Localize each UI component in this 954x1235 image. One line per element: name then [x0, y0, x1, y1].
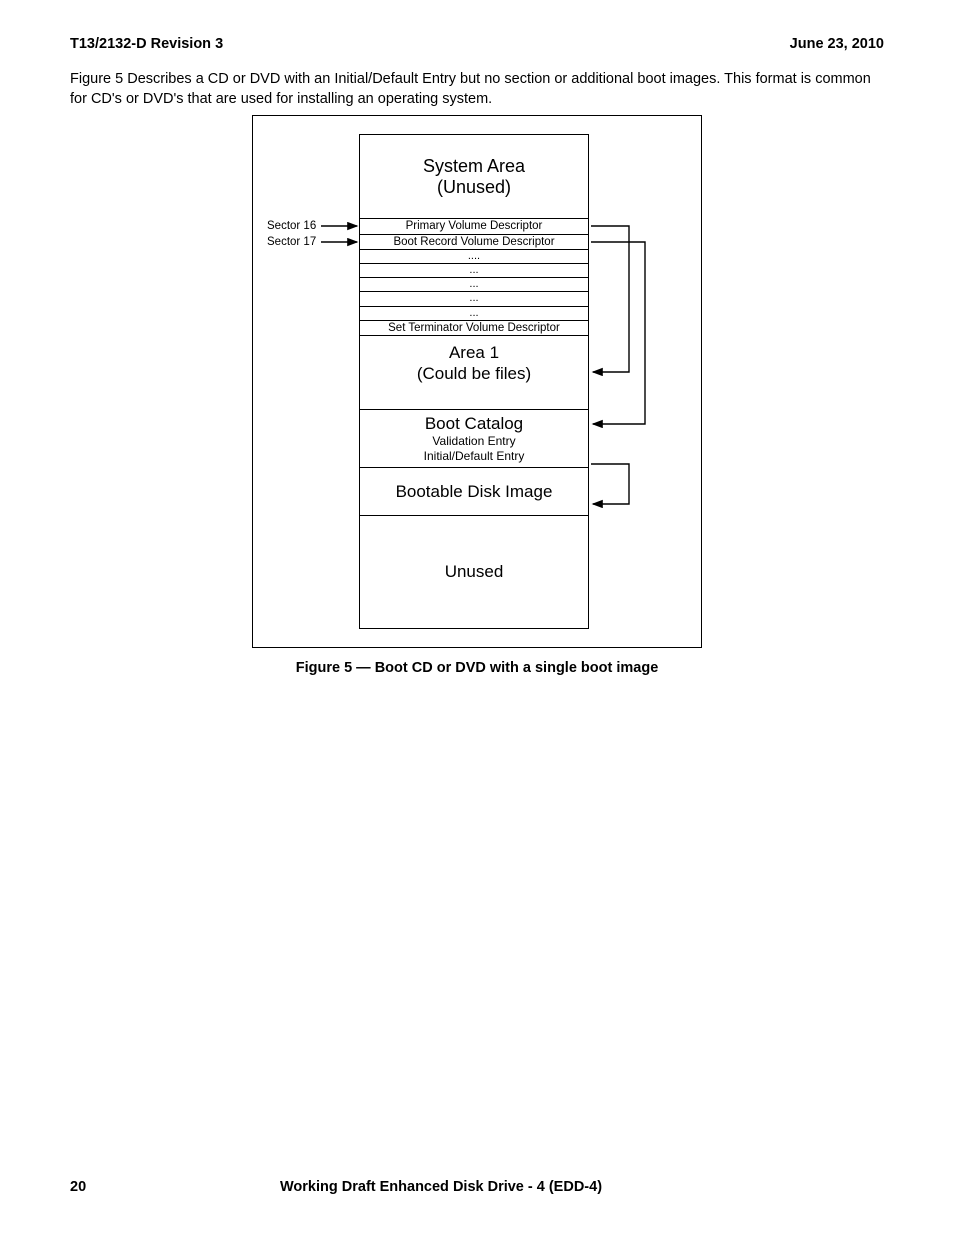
row-pvd: Primary Volume Descriptor: [360, 219, 588, 234]
doc-date: June 23, 2010: [790, 36, 884, 52]
disc-layout-stack: System Area (Unused) Primary Volume Desc…: [359, 134, 589, 629]
row-dots: ...: [360, 292, 588, 306]
row-brvd: Boot Record Volume Descriptor: [360, 235, 588, 250]
page-header: T13/2132-D Revision 3 June 23, 2010: [70, 36, 884, 52]
row-dots: ...: [360, 264, 588, 278]
block-boot-catalog: Boot Catalog Validation Entry Initial/De…: [360, 410, 588, 468]
row-dots: ....: [360, 250, 588, 264]
page-footer: 20 Working Draft Enhanced Disk Drive - 4…: [70, 1179, 884, 1195]
row-dots: ...: [360, 307, 588, 321]
right-connectors: [589, 134, 677, 629]
block-unused: Unused: [360, 516, 588, 628]
page-number: 20: [70, 1179, 280, 1195]
block-boot-image: Bootable Disk Image: [360, 468, 588, 516]
figure-5: Sector 16 Sector 17: [252, 115, 702, 648]
doc-id: T13/2132-D Revision 3: [70, 36, 223, 52]
sector-labels: Sector 16 Sector 17: [267, 134, 359, 629]
footer-title: Working Draft Enhanced Disk Drive - 4 (E…: [280, 1179, 602, 1195]
block-area1: Area 1 (Could be files): [360, 336, 588, 410]
block-system-area: System Area (Unused): [360, 135, 588, 219]
left-arrows-svg: [267, 134, 359, 694]
row-dots: ...: [360, 278, 588, 292]
row-stvd: Set Terminator Volume Descriptor: [360, 321, 588, 336]
intro-paragraph: Figure 5 Describes a CD or DVD with an I…: [70, 70, 884, 109]
figure-caption: Figure 5 — Boot CD or DVD with a single …: [70, 660, 884, 676]
